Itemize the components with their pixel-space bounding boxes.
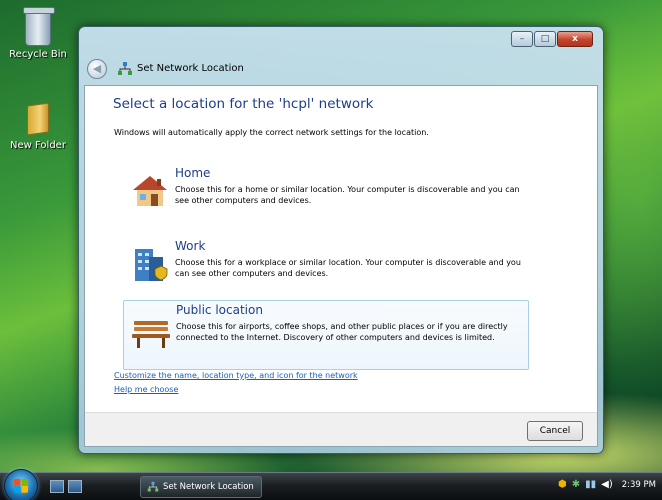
office-building-icon bbox=[135, 249, 168, 281]
page-title: Select a location for the 'hcpl' network bbox=[113, 96, 374, 112]
customize-network-link[interactable]: Customize the name, location type, and i… bbox=[114, 371, 358, 380]
desktop-icon-label: New Folder bbox=[10, 140, 66, 151]
taskbar-button-label: Set Network Location bbox=[163, 482, 254, 492]
switch-windows-icon[interactable] bbox=[68, 480, 82, 493]
park-bench-icon bbox=[132, 321, 170, 348]
option-description: Choose this for a workplace or similar l… bbox=[175, 258, 521, 278]
quick-launch bbox=[50, 480, 82, 493]
set-network-location-window: – □ x ◀ Set Network Location Select a lo… bbox=[78, 26, 604, 454]
volume-icon[interactable]: ◀) bbox=[601, 479, 613, 490]
option-title: Work bbox=[175, 239, 206, 253]
clock[interactable]: 2:39 PM bbox=[622, 480, 656, 490]
recycle-bin-icon bbox=[23, 7, 55, 46]
desktop-icon-recycle-bin[interactable]: Recycle Bin bbox=[3, 7, 73, 60]
window-title: Set Network Location bbox=[137, 63, 244, 74]
window-titlebar[interactable]: – □ x ◀ Set Network Location bbox=[79, 27, 603, 79]
option-description: Choose this for a home or similar locati… bbox=[175, 185, 520, 205]
option-description: Choose this for airports, coffee shops, … bbox=[176, 322, 508, 342]
dialog-footer: Cancel bbox=[85, 412, 597, 446]
taskbar-button-set-network-location[interactable]: Set Network Location bbox=[140, 476, 262, 498]
network-icon bbox=[118, 62, 132, 75]
windows-update-icon[interactable]: ✱ bbox=[572, 479, 580, 490]
option-title: Home bbox=[175, 166, 211, 180]
minimize-button[interactable]: – bbox=[511, 31, 533, 47]
cancel-button[interactable]: Cancel bbox=[527, 421, 583, 441]
back-arrow-icon[interactable]: ◀ bbox=[87, 59, 107, 79]
network-icon bbox=[147, 481, 159, 492]
option-public-location[interactable]: Public location Choose this for airports… bbox=[123, 300, 529, 370]
network-status-icon[interactable]: ▮▮ bbox=[585, 479, 596, 490]
desktop-icon-new-folder[interactable]: New Folder bbox=[3, 102, 73, 151]
option-home[interactable]: Home Choose this for a home or similar l… bbox=[123, 164, 527, 228]
taskbar: Set Network Location ⬢ ✱ ▮▮ ◀) 2:39 PM bbox=[0, 469, 662, 500]
instruction-text: Windows will automatically apply the cor… bbox=[114, 128, 429, 137]
help-me-choose-link[interactable]: Help me choose bbox=[114, 385, 178, 394]
caption-buttons: – □ x bbox=[511, 31, 593, 47]
maximize-button[interactable]: □ bbox=[534, 31, 556, 47]
security-shield-icon[interactable]: ⬢ bbox=[558, 479, 567, 490]
show-desktop-icon[interactable] bbox=[50, 480, 64, 493]
dialog-content: Select a location for the 'hcpl' network… bbox=[84, 85, 598, 447]
system-tray: ⬢ ✱ ▮▮ ◀) 2:39 PM bbox=[558, 479, 656, 490]
folder-icon bbox=[27, 102, 49, 136]
start-button[interactable] bbox=[4, 469, 38, 500]
option-work[interactable]: Work Choose this for a workplace or simi… bbox=[123, 237, 527, 301]
house-icon bbox=[133, 176, 167, 206]
close-button[interactable]: x bbox=[557, 31, 593, 47]
desktop-icon-label: Recycle Bin bbox=[9, 49, 67, 60]
option-title: Public location bbox=[176, 303, 263, 317]
